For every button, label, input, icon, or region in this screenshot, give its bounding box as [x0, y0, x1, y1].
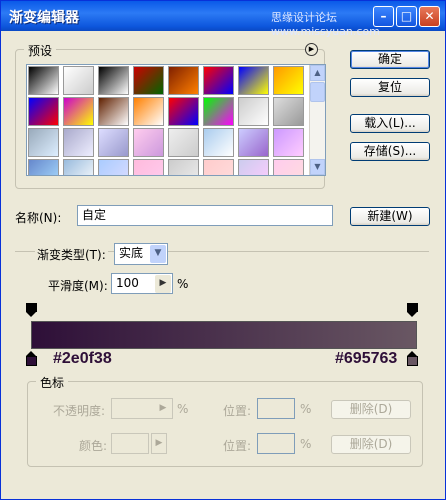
preset-swatch[interactable] [203, 159, 234, 175]
preset-swatch[interactable] [273, 97, 304, 126]
preset-swatch[interactable] [133, 97, 164, 126]
preset-swatch[interactable] [98, 128, 129, 157]
load-button[interactable]: 载入(L)... [350, 114, 430, 133]
color-stop-right[interactable] [407, 351, 418, 366]
opacity-stop-right[interactable] [407, 303, 418, 317]
location-input-1[interactable] [257, 398, 295, 419]
minimize-icon[interactable]: – [373, 6, 394, 27]
preset-swatch[interactable] [28, 66, 59, 95]
presets-title: 预设 [24, 42, 57, 59]
preset-swatch[interactable] [63, 97, 94, 126]
title-bar[interactable]: 渐变编辑器 思缘设计论坛 www.missyuan.com – □ ✕ [1, 1, 445, 38]
opacity-unit: % [177, 402, 189, 416]
color-swatch[interactable] [111, 433, 149, 454]
preset-scrollbar[interactable]: ▲ ▼ [309, 65, 325, 175]
smoothness-value: 100 [116, 276, 139, 290]
preset-swatch[interactable] [203, 66, 234, 95]
scroll-up-icon[interactable]: ▲ [310, 65, 325, 81]
gradient-type-label: 渐变类型(T): [35, 246, 108, 263]
name-input[interactable]: 自定 [77, 205, 333, 226]
opacity-label: 不透明度: [53, 404, 106, 418]
presets-group: 预设 ▶ ▲ ▼ [15, 42, 326, 189]
preset-swatch[interactable] [133, 66, 164, 95]
preset-swatch[interactable] [63, 66, 94, 95]
smoothness-arrow-icon[interactable]: ▶ [155, 275, 171, 293]
preset-swatch[interactable] [28, 128, 59, 157]
gradient-preview-bar[interactable] [31, 321, 417, 349]
smoothness-label: 平滑度(M): [48, 279, 108, 293]
smoothness-input[interactable]: 100 ▶ [111, 273, 173, 294]
opacity-input[interactable]: ▶ [111, 398, 173, 419]
window-title: 渐变编辑器 [9, 10, 79, 26]
color-label: 颜色: [79, 439, 108, 453]
smoothness-unit: % [177, 277, 189, 291]
color-right-hex: #695763 [335, 350, 398, 367]
preset-swatch[interactable] [168, 159, 199, 175]
preset-swatch[interactable] [133, 159, 164, 175]
preset-swatch-grid: ▲ ▼ [26, 64, 326, 176]
location-unit-1: % [300, 402, 312, 416]
preset-swatch[interactable] [168, 66, 199, 95]
gradient-type-select[interactable]: 实底 ▼ [114, 243, 168, 265]
scroll-thumb[interactable] [310, 82, 325, 102]
preset-swatch[interactable] [203, 128, 234, 157]
gradient-editor-window: 渐变编辑器 思缘设计论坛 www.missyuan.com – □ ✕ 预设 ▶… [0, 0, 446, 500]
preset-swatch[interactable] [238, 159, 269, 175]
reset-button[interactable]: 复位 [350, 78, 430, 97]
preset-swatch[interactable] [168, 97, 199, 126]
preset-swatch[interactable] [28, 159, 59, 175]
preset-swatch[interactable] [273, 128, 304, 157]
scroll-down-icon[interactable]: ▼ [310, 159, 325, 175]
preset-swatch[interactable] [98, 97, 129, 126]
preset-swatch[interactable] [238, 97, 269, 126]
preset-swatch[interactable] [133, 128, 164, 157]
preset-swatch[interactable] [98, 159, 129, 175]
color-stop-left[interactable] [26, 351, 37, 366]
save-button[interactable]: 存储(S)... [350, 142, 430, 161]
preset-swatch[interactable] [63, 128, 94, 157]
close-icon[interactable]: ✕ [419, 6, 440, 27]
delete-opacity-stop-button[interactable]: 删除(D) [331, 400, 411, 419]
location-input-2[interactable] [257, 433, 295, 454]
preset-swatch[interactable] [238, 66, 269, 95]
color-left-hex: #2e0f38 [53, 350, 112, 367]
location-label-1: 位置: [223, 404, 252, 418]
preset-swatch[interactable] [273, 66, 304, 95]
chevron-down-icon[interactable]: ▼ [150, 245, 166, 263]
location-unit-2: % [300, 437, 312, 451]
preset-swatch[interactable] [168, 128, 199, 157]
preset-swatch[interactable] [28, 97, 59, 126]
delete-color-stop-button[interactable]: 删除(D) [331, 435, 411, 454]
new-button[interactable]: 新建(W) [350, 207, 430, 226]
color-stops-title: 色标 [36, 374, 69, 391]
ok-button[interactable]: 确定 [350, 50, 430, 69]
maximize-icon[interactable]: □ [396, 6, 417, 27]
name-label: 名称(N): [15, 211, 62, 225]
location-label-2: 位置: [223, 439, 252, 453]
gradient-type-value: 实底 [119, 246, 144, 260]
opacity-stop-left[interactable] [26, 303, 37, 317]
color-menu-arrow-icon[interactable]: ▶ [151, 433, 167, 454]
preset-swatch[interactable] [98, 66, 129, 95]
color-stops-group: 色标 [27, 374, 423, 467]
preset-swatch[interactable] [63, 159, 94, 175]
preset-menu-arrow-icon[interactable]: ▶ [305, 43, 318, 56]
preset-swatch[interactable] [273, 159, 304, 175]
opacity-arrow-icon[interactable]: ▶ [155, 400, 171, 418]
preset-swatch[interactable] [238, 128, 269, 157]
preset-swatch[interactable] [203, 97, 234, 126]
